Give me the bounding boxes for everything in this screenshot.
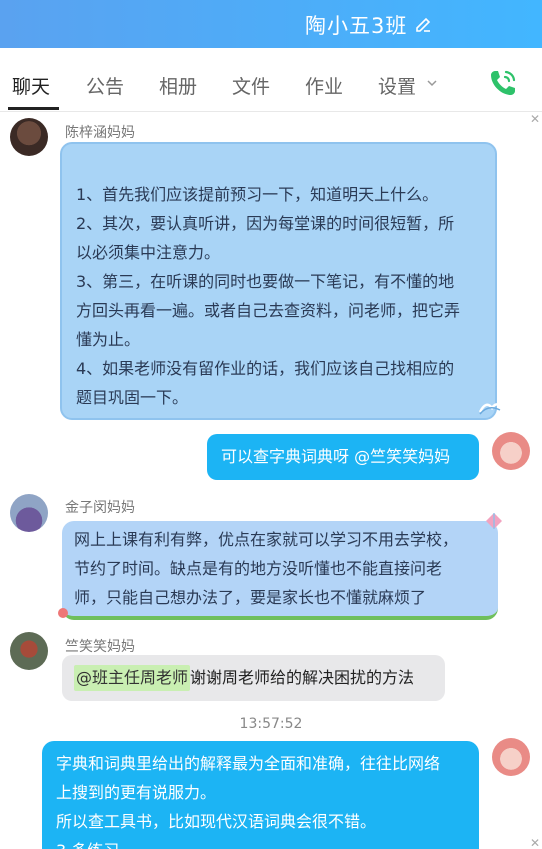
close-icon: ✕: [530, 112, 541, 126]
active-tab-indicator: [8, 107, 59, 110]
message-line: 字典和词典里给出的解释最为全面和准确，往往比网络: [56, 754, 441, 773]
message-line: 节约了时间。缺点是有的地方没听懂也不能直接问老: [74, 559, 443, 578]
message-line: 师，只能自己想办法了，要是家长也不懂就麻烦了: [74, 588, 427, 607]
chevron-down-icon[interactable]: [426, 77, 438, 89]
message-line: 以必须集中注意力。: [76, 243, 221, 262]
tab-settings[interactable]: 设置: [378, 72, 416, 99]
tab-album[interactable]: 相册: [159, 72, 197, 99]
chat-area[interactable]: ✕ 陈梓涵妈妈 1、首先我们应该提前预习一下，知道明天上什么。 2、其次，要认真…: [0, 112, 542, 849]
message-line: 方回头再看一遍。或者自己去查资料，问老师，把它弄: [76, 301, 461, 320]
tab-announcement[interactable]: 公告: [86, 72, 124, 99]
kite-sticker-icon: [486, 513, 502, 529]
wave-sticker-icon: [478, 403, 501, 415]
sender-name: 陈梓涵妈妈: [65, 125, 135, 141]
phone-call-icon[interactable]: [487, 67, 519, 99]
message-bubble[interactable]: 1、首先我们应该提前预习一下，知道明天上什么。 2、其次，要认真听讲，因为每堂课…: [60, 142, 497, 420]
mention-tag[interactable]: @班主任周老师: [74, 665, 191, 691]
message-line: 3、第三，在听课的同时也要做一下笔记，有不懂的地: [76, 272, 455, 291]
sender-name: 金子闵妈妈: [65, 500, 135, 516]
message-bubble[interactable]: @班主任周老师 谢谢周老师给的解决困扰的方法: [62, 655, 445, 701]
tab-chat[interactable]: 聊天: [12, 72, 50, 99]
message-line: 题目巩固一下。: [76, 388, 189, 407]
avatar[interactable]: [10, 494, 48, 532]
close-icon: ✕: [530, 836, 541, 849]
message-bubble[interactable]: 字典和词典里给出的解释最为全面和准确，往往比网络 上搜到的更有说服力。 所以查工…: [42, 741, 479, 849]
sender-name: 竺笑笑妈妈: [65, 639, 135, 655]
message-line: 上搜到的更有说服力。: [56, 783, 217, 802]
avatar[interactable]: [10, 118, 48, 156]
avatar[interactable]: [492, 432, 530, 470]
tab-files[interactable]: 文件: [232, 72, 270, 99]
message-line: 懂为止。: [76, 330, 141, 349]
pencil-icon[interactable]: [414, 15, 432, 33]
message-text: 谢谢周老师给的解决困扰的方法: [190, 668, 415, 687]
avatar[interactable]: [10, 632, 48, 670]
message-line: 1、首先我们应该提前预习一下，知道明天上什么。: [76, 185, 439, 204]
message-line: 所以查工具书，比如现代汉语词典会很不错。: [56, 812, 377, 831]
chat-header: 陶小五3班: [0, 0, 542, 48]
message-line: 2、其次，要认真听讲，因为每堂课的时间很短暂，所: [76, 214, 455, 233]
pin-sticker-icon: [58, 608, 68, 618]
tab-bar: 聊天 公告 相册 文件 作业 设置: [0, 48, 542, 112]
timestamp: 13:57:52: [239, 716, 303, 732]
message-line: 网上上课有利有弊，优点在家就可以学习不用去学校，: [74, 530, 459, 549]
message-line: 3.多练习。: [56, 836, 465, 849]
group-title: 陶小五3班: [305, 14, 408, 38]
message-line: 4、如果老师没有留作业的话，我们应该自己找相应的: [76, 359, 455, 378]
message-bubble[interactable]: 网上上课有利有弊，优点在家就可以学习不用去学校， 节约了时间。缺点是有的地方没听…: [62, 521, 498, 620]
tab-homework[interactable]: 作业: [305, 72, 343, 99]
message-bubble[interactable]: 可以查字典词典呀 @竺笑笑妈妈: [207, 434, 479, 480]
avatar[interactable]: [492, 738, 530, 776]
